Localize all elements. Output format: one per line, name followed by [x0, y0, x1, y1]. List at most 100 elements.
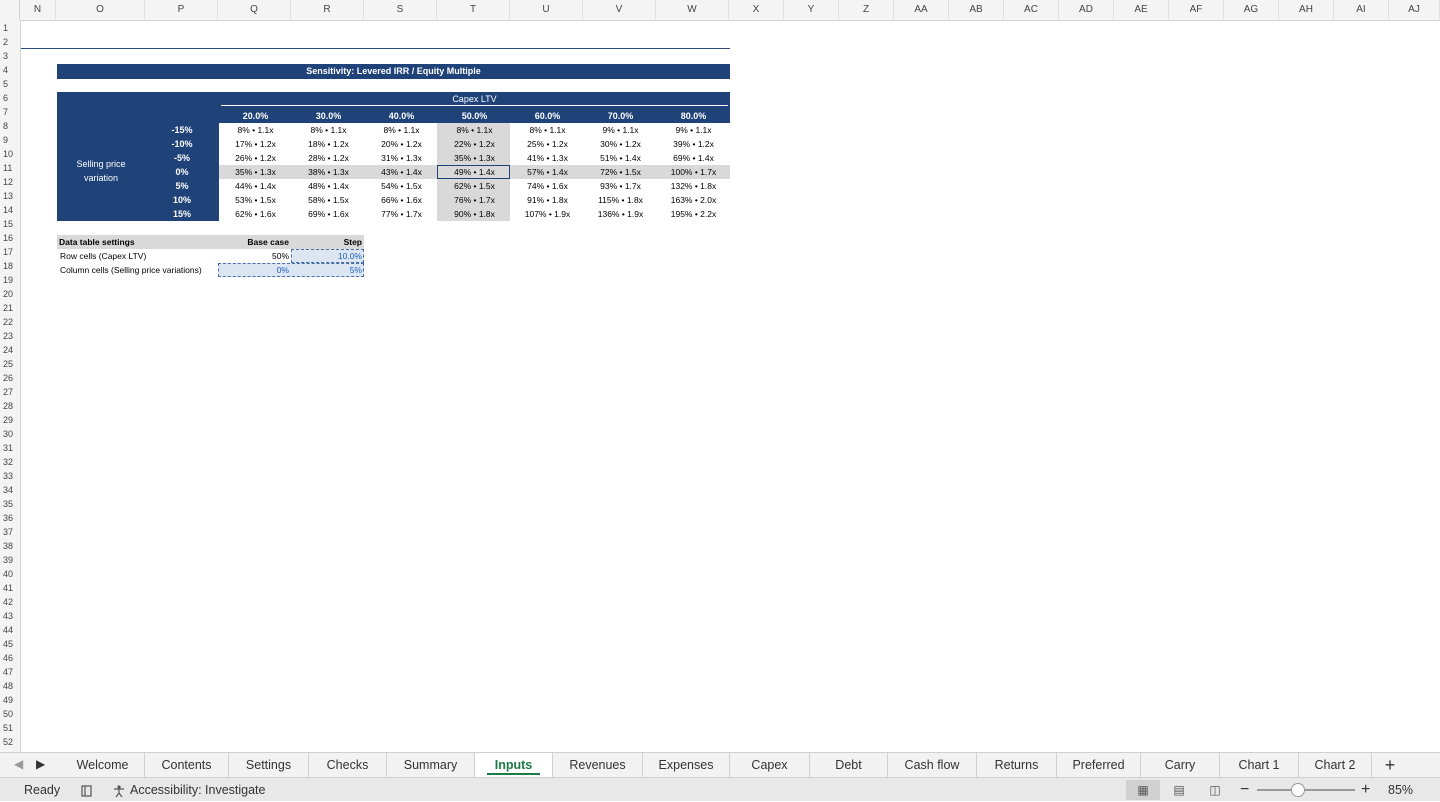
column-header-y[interactable]: Y [784, 0, 839, 20]
page-layout-view-icon[interactable]: ▤ [1162, 780, 1196, 800]
row-header[interactable]: 35 [0, 497, 20, 511]
zoom-slider-thumb[interactable] [1291, 783, 1305, 797]
row-header[interactable]: 33 [0, 469, 20, 483]
sensitivity-cell[interactable]: 76% • 1.7x [438, 193, 511, 207]
column-header-ab[interactable]: AB [949, 0, 1004, 20]
sheet-tab-debt[interactable]: Debt [810, 753, 888, 777]
column-header-x[interactable]: X [729, 0, 784, 20]
sensitivity-cell[interactable]: 163% • 2.0x [657, 193, 730, 207]
tab-scroll-left-icon[interactable]: ◀ [14, 757, 23, 771]
sensitivity-cell[interactable]: 57% • 1.4x [511, 165, 584, 179]
row-header[interactable]: 21 [0, 301, 20, 315]
row-header[interactable]: 5 [0, 77, 20, 91]
column-header-aa[interactable]: AA [894, 0, 949, 20]
sensitivity-cell[interactable]: 8% • 1.1x [365, 123, 438, 137]
column-header-ah[interactable]: AH [1279, 0, 1334, 20]
row-header[interactable]: 43 [0, 609, 20, 623]
zoom-level[interactable]: 85% [1388, 778, 1413, 802]
row-header[interactable]: 45 [0, 637, 20, 651]
row-header[interactable]: 52 [0, 735, 20, 749]
row-header[interactable]: 2 [0, 35, 20, 49]
sensitivity-cell[interactable]: 41% • 1.3x [511, 151, 584, 165]
row-header[interactable]: 46 [0, 651, 20, 665]
row-header[interactable]: 8 [0, 119, 20, 133]
sensitivity-cell[interactable]: 26% • 1.2x [219, 151, 292, 165]
worksheet-grid[interactable]: Sensitivity: Levered IRR / Equity Multip… [21, 21, 1440, 752]
select-all-corner[interactable] [0, 0, 20, 20]
row-header[interactable]: 39 [0, 553, 20, 567]
sensitivity-cell[interactable]: 18% • 1.2x [292, 137, 365, 151]
page-break-view-icon[interactable]: ◫ [1198, 780, 1232, 800]
sensitivity-cell[interactable]: 51% • 1.4x [584, 151, 657, 165]
sheet-tab-chart-2[interactable]: Chart 2 [1299, 753, 1372, 777]
row-header[interactable]: 10 [0, 147, 20, 161]
column-header-t[interactable]: T [437, 0, 510, 20]
sensitivity-cell[interactable]: 100% • 1.7x [657, 165, 730, 179]
row-header[interactable]: 25 [0, 357, 20, 371]
row-header[interactable]: 11 [0, 161, 20, 175]
column-header-p[interactable]: P [145, 0, 218, 20]
column-header-w[interactable]: W [656, 0, 729, 20]
row-header[interactable]: 26 [0, 371, 20, 385]
sheet-tab-settings[interactable]: Settings [229, 753, 309, 777]
sensitivity-cell[interactable]: 132% • 1.8x [657, 179, 730, 193]
column-header-aj[interactable]: AJ [1389, 0, 1440, 20]
sensitivity-cell[interactable]: 48% • 1.4x [292, 179, 365, 193]
row-header[interactable]: 48 [0, 679, 20, 693]
row-header[interactable]: 31 [0, 441, 20, 455]
sheet-tab-welcome[interactable]: Welcome [61, 753, 145, 777]
sensitivity-cell[interactable]: 30% • 1.2x [584, 137, 657, 151]
column-header-v[interactable]: V [583, 0, 656, 20]
column-header-ag[interactable]: AG [1224, 0, 1279, 20]
sensitivity-cell[interactable]: 91% • 1.8x [511, 193, 584, 207]
accessibility-status[interactable]: Accessibility: Investigate [130, 778, 265, 802]
sensitivity-cell[interactable]: 93% • 1.7x [584, 179, 657, 193]
sheet-tab-revenues[interactable]: Revenues [553, 753, 643, 777]
sensitivity-cell[interactable]: 72% • 1.5x [584, 165, 657, 179]
row-header[interactable]: 34 [0, 483, 20, 497]
sensitivity-cell[interactable]: 74% • 1.6x [511, 179, 584, 193]
row-header[interactable]: 20 [0, 287, 20, 301]
row-header[interactable]: 38 [0, 539, 20, 553]
sheet-tab-returns[interactable]: Returns [977, 753, 1057, 777]
sensitivity-cell[interactable]: 66% • 1.6x [365, 193, 438, 207]
zoom-slider-track[interactable] [1257, 789, 1355, 791]
row-header[interactable]: 44 [0, 623, 20, 637]
column-header-n[interactable]: N [20, 0, 56, 20]
column-header-z[interactable]: Z [839, 0, 894, 20]
row-cells-base[interactable]: 50% [217, 249, 289, 263]
row-header[interactable]: 49 [0, 693, 20, 707]
sensitivity-cell[interactable]: 44% • 1.4x [219, 179, 292, 193]
row-header[interactable]: 30 [0, 427, 20, 441]
sensitivity-cell[interactable]: 35% • 1.3x [438, 151, 511, 165]
row-header[interactable]: 24 [0, 343, 20, 357]
sensitivity-cell[interactable]: 17% • 1.2x [219, 137, 292, 151]
column-header-af[interactable]: AF [1169, 0, 1224, 20]
row-cells-step[interactable]: 10.0% [291, 249, 362, 263]
sensitivity-cell[interactable]: 77% • 1.7x [365, 207, 438, 221]
sheet-tab-preferred[interactable]: Preferred [1057, 753, 1141, 777]
sensitivity-cell[interactable]: 35% • 1.3x [219, 165, 292, 179]
tab-scroll-right-icon[interactable]: ▶ [36, 757, 45, 771]
sensitivity-cell[interactable]: 22% • 1.2x [438, 137, 511, 151]
sheet-tab-inputs[interactable]: Inputs [475, 753, 553, 777]
sensitivity-cell[interactable]: 9% • 1.1x [584, 123, 657, 137]
column-cells-step[interactable]: 5% [290, 263, 362, 277]
row-header[interactable]: 37 [0, 525, 20, 539]
row-header[interactable]: 1 [0, 21, 20, 35]
sheet-tab-summary[interactable]: Summary [387, 753, 475, 777]
column-header-ac[interactable]: AC [1004, 0, 1059, 20]
sensitivity-cell[interactable]: 28% • 1.2x [292, 151, 365, 165]
row-header[interactable]: 32 [0, 455, 20, 469]
row-header[interactable]: 22 [0, 315, 20, 329]
row-header[interactable]: 3 [0, 49, 20, 63]
column-header-u[interactable]: U [510, 0, 583, 20]
row-header[interactable]: 40 [0, 567, 20, 581]
row-header[interactable]: 36 [0, 511, 20, 525]
sheet-tab-carry[interactable]: Carry [1141, 753, 1220, 777]
sheet-tab-chart-1[interactable]: Chart 1 [1220, 753, 1299, 777]
sensitivity-cell[interactable]: 8% • 1.1x [292, 123, 365, 137]
add-sheet-button[interactable]: + [1372, 753, 1408, 777]
sensitivity-cell[interactable]: 107% • 1.9x [511, 207, 584, 221]
sensitivity-cell[interactable]: 8% • 1.1x [438, 123, 511, 137]
